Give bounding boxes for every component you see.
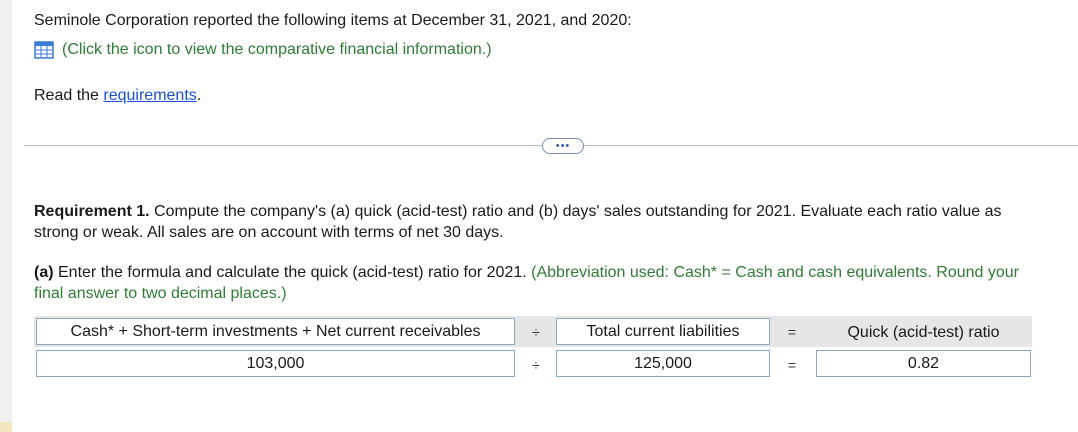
read-requirements-line: Read the requirements. [34,87,201,105]
table-grid-icon[interactable] [34,40,54,60]
equals-symbol: = [787,356,797,373]
result-label: Quick (acid-test) ratio [847,323,1000,341]
denominator-label-field[interactable]: Total current liabilities [556,318,770,345]
numerator-value-input[interactable]: 103,000 [36,350,515,377]
part-a-hint-line2: final answer to two decimal places.) [34,285,287,302]
result-value-input[interactable]: 0.82 [816,350,1031,377]
divide-symbol-header: ÷ [532,323,540,340]
divide-symbol: ÷ [532,356,540,373]
requirement-text: Requirement 1. Compute the company's (a)… [34,201,1078,243]
left-panel-strip [0,0,12,432]
read-suffix: . [196,87,202,104]
requirement-label: Requirement 1. [34,203,150,220]
financial-info-row: (Click the icon to view the comparative … [34,40,492,60]
requirement-body: Compute the company's (a) quick (acid-te… [149,203,1002,220]
requirement-body-line2: strong or weak. All sales are on account… [34,224,504,241]
read-prefix: Read the [34,87,104,104]
part-a-body: Enter the formula and calculate the quic… [53,264,532,281]
expand-more-button[interactable]: ••• [542,138,584,154]
part-a-instructions: (a) Enter the formula and calculate the … [34,262,1078,304]
denominator-value-input[interactable]: 125,000 [556,350,770,377]
numerator-label-field[interactable]: Cash* + Short-term investments + Net cur… [36,318,515,345]
part-a-label: (a) [34,264,54,281]
left-panel-marker [0,422,12,432]
part-a-hint: (Abbreviation used: Cash* = Cash and cas… [531,264,1019,281]
financial-info-link-text[interactable]: (Click the icon to view the comparative … [62,41,492,59]
requirements-link[interactable]: requirements [103,87,196,104]
equals-symbol-header: = [787,323,797,340]
problem-statement: Seminole Corporation reported the follow… [34,12,632,29]
